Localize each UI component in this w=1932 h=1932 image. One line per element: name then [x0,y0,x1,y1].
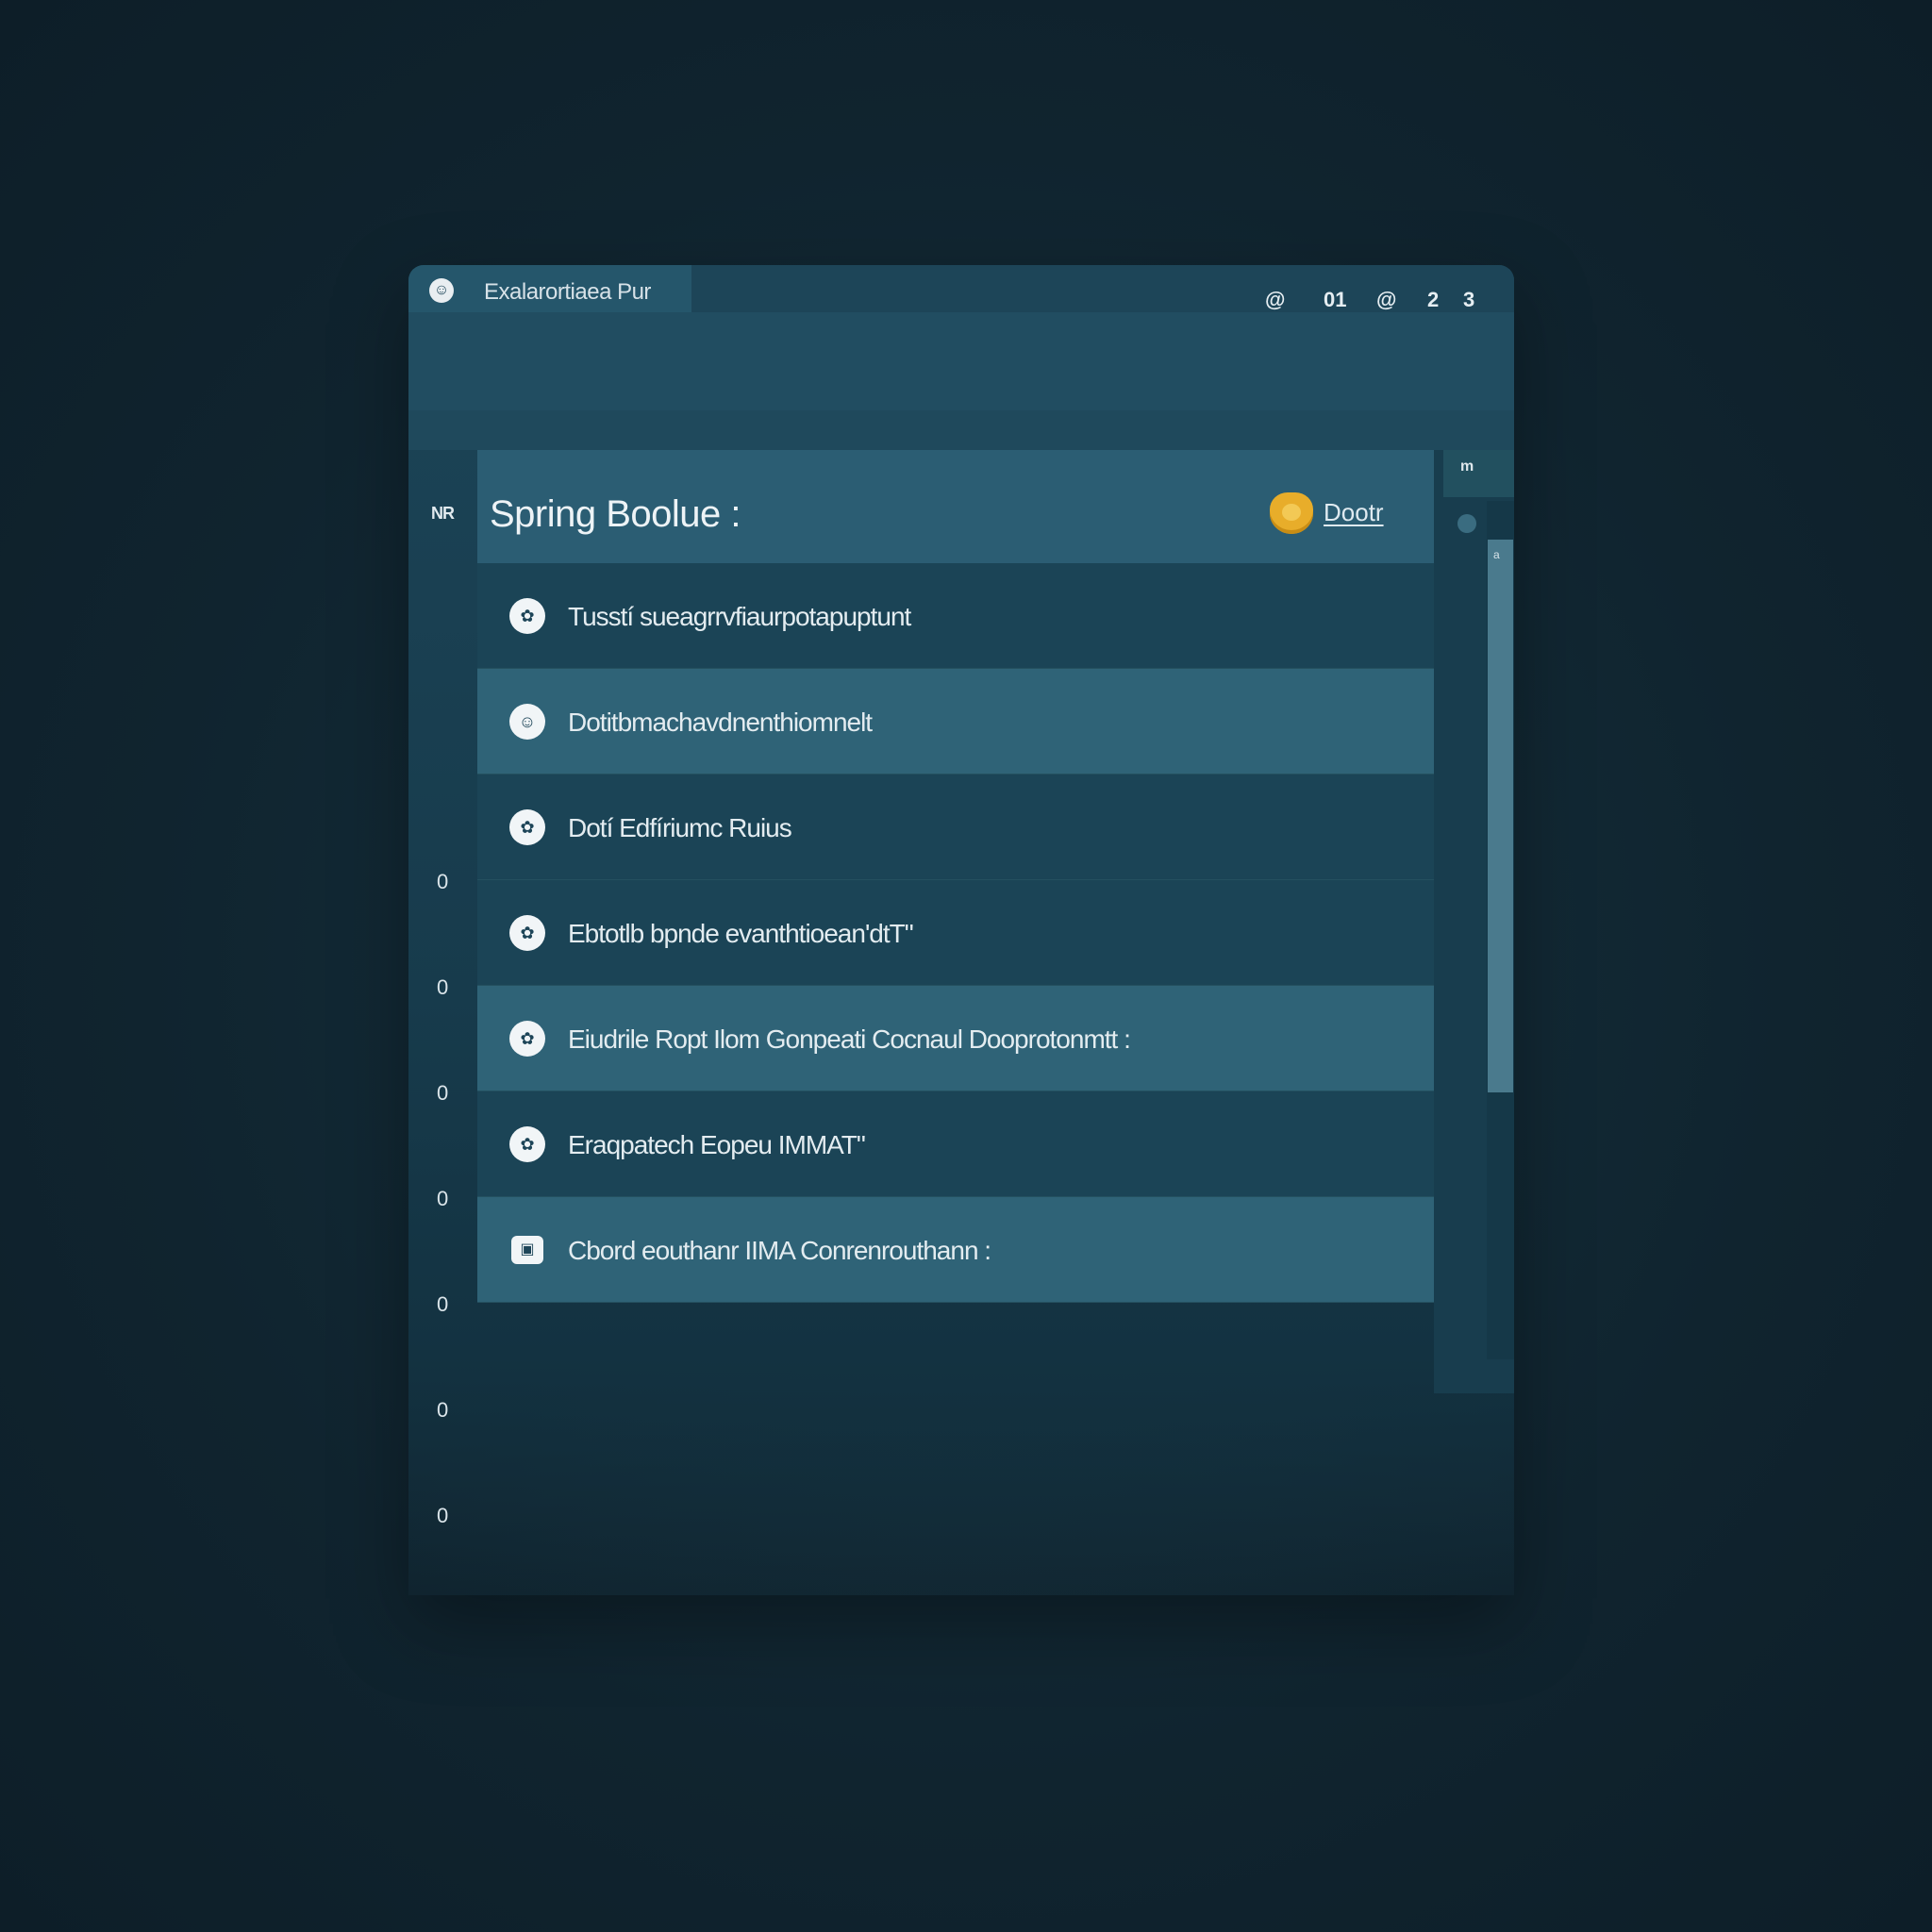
list-item[interactable]: ✿ Dotí Edfíriumc Ruius [477,774,1434,880]
item-list: ✿ Tusstí sueagrrvfiaurpotapuptunt ☺ Doti… [477,563,1434,1303]
row-number: 0 [437,870,449,893]
row-number: 0 [437,1398,449,1422]
list-item-label: Dotí Edfíriumc Ruius [568,813,792,842]
toolbar-button-4[interactable]: 2 [1427,288,1439,312]
rail-header-label: m [1460,458,1474,475]
list-item-label: Eiudrile Ropt Ilom Gonpeati Cocnaul Doop… [568,1024,1131,1054]
list-item-label: Dotitbmachavdnenthiomnelt [568,708,873,737]
panel-title: Spring Boolue : [490,493,741,535]
list-item[interactable]: ✿ Ebtotlb bpnde evanthtioean'dtT" [477,880,1434,986]
list-item[interactable]: ▣ Cbord eouthanr IIMA Conrenrouthann : [477,1197,1434,1303]
list-item[interactable]: ✿ Tusstí sueagrrvfiaurpotapuptunt [477,563,1434,669]
gear-icon: ✿ [509,598,545,634]
scrollbar-thumb[interactable] [1488,540,1513,1092]
scrollbar-thumb-label: a [1493,548,1500,561]
smile-icon: ☺ [509,704,545,740]
gear-icon: ✿ [509,809,545,845]
toolbar-button-1[interactable]: @ [1265,288,1285,312]
left-gutter [408,450,477,1393]
list-item[interactable]: ✿ Eiudrile Ropt Ilom Gonpeati Cocnaul Do… [477,986,1434,1091]
toolbar [408,312,1514,410]
row-number: 0 [437,1081,449,1105]
shield-badge-icon[interactable] [1270,492,1313,534]
badge-link[interactable]: Dootr [1324,498,1384,527]
row-number: 0 [437,975,449,999]
app-window: ☺ Exalarortiaea Pur @ 01 @ 2 3 NR 0 0 0 … [408,265,1514,1595]
status-dot-icon [1457,514,1476,533]
row-number: 0 [437,1292,449,1316]
row-number: 0 [437,1504,449,1527]
gear-icon: ✿ [509,1021,545,1057]
toolbar-button-3[interactable]: @ [1376,288,1396,312]
toolbar-button-2[interactable]: 01 [1324,288,1346,312]
secondary-bar [408,410,1514,450]
desktop-background: ☺ Exalarortiaea Pur @ 01 @ 2 3 NR 0 0 0 … [0,0,1932,1932]
list-item-label: Eraqpatech Eopeu IMMAT" [568,1130,866,1159]
app-logo-icon: ☺ [429,278,454,303]
row-number: 0 [437,1187,449,1210]
gutter-header-label: NR [431,504,455,523]
image-icon: ▣ [511,1236,543,1264]
list-item-label: Cbord eouthanr IIMA Conrenrouthann : [568,1236,991,1265]
rail-header[interactable] [1443,450,1514,497]
tab-title[interactable]: Exalarortiaea Pur [484,279,651,306]
list-item-label: Ebtotlb bpnde evanthtioean'dtT" [568,919,914,948]
list-item[interactable]: ☺ Dotitbmachavdnenthiomnelt [477,669,1434,774]
list-item-label: Tusstí sueagrrvfiaurpotapuptunt [568,602,911,631]
gear-icon: ✿ [509,1126,545,1162]
toolbar-button-5[interactable]: 3 [1463,288,1474,312]
gear-icon: ✿ [509,915,545,951]
list-item[interactable]: ✿ Eraqpatech Eopeu IMMAT" [477,1091,1434,1197]
